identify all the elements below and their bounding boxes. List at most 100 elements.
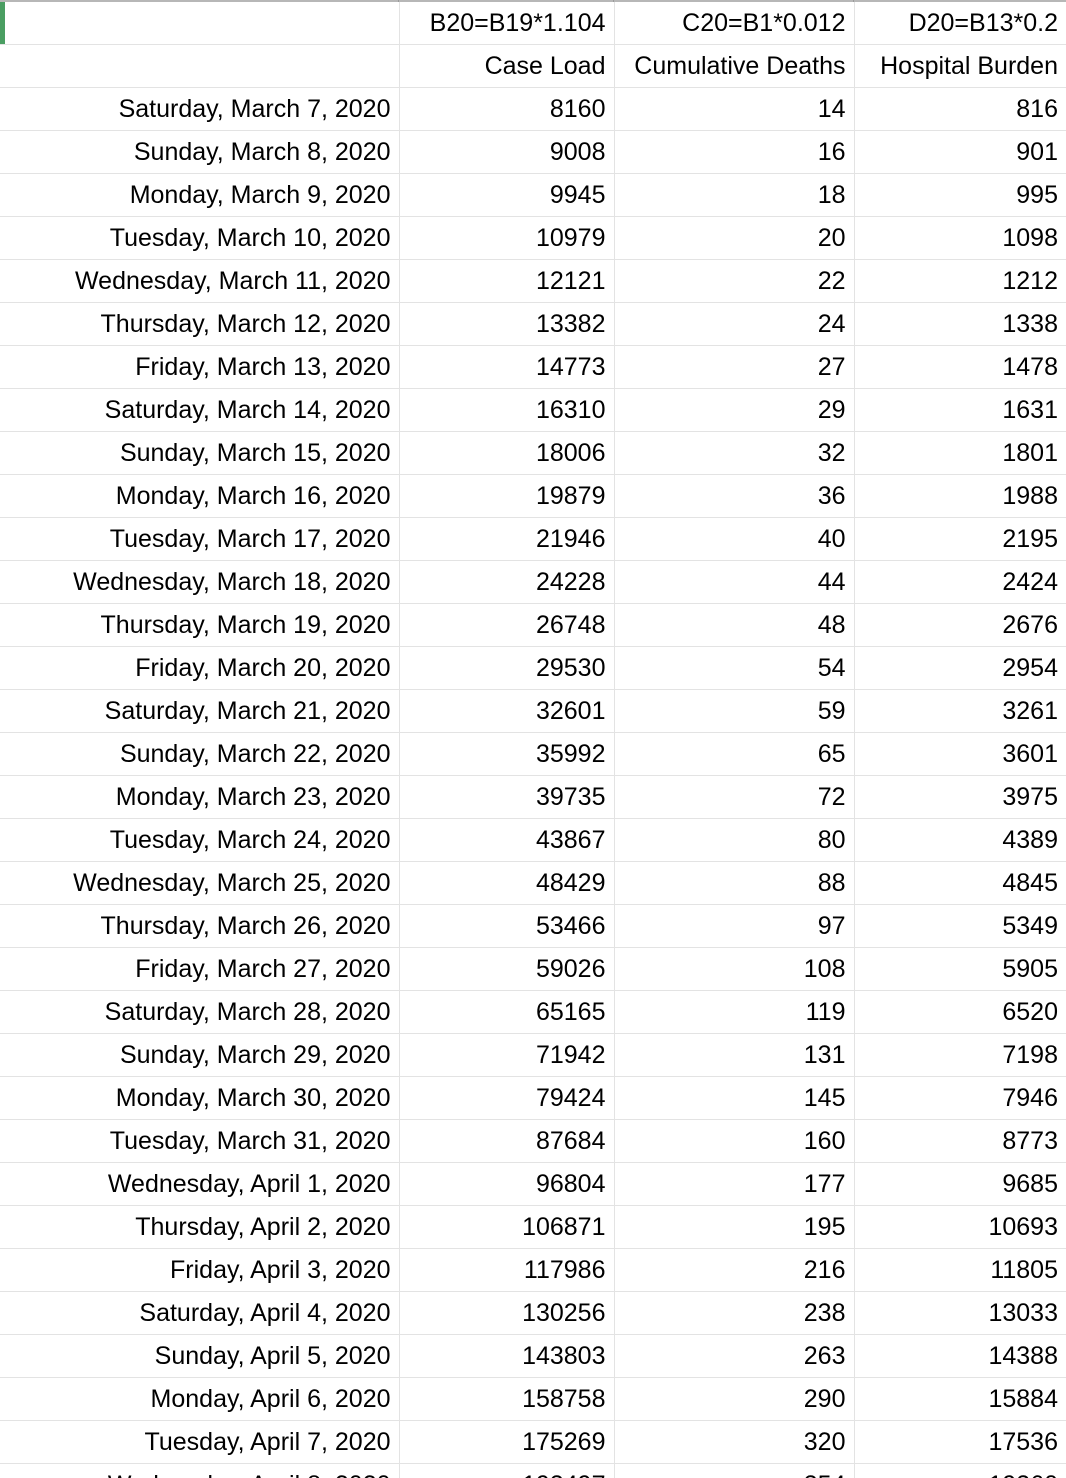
cell-date[interactable]: Monday, April 6, 2020 — [0, 1377, 400, 1421]
cell-cumulative-deaths[interactable]: 54 — [614, 646, 855, 690]
formula-cell-cumulative-deaths[interactable]: C20=B1*0.012 — [614, 2, 855, 45]
cell-case-load[interactable]: 106871 — [399, 1205, 615, 1249]
cell-cumulative-deaths[interactable]: 44 — [614, 560, 855, 604]
cell-case-load[interactable]: 35992 — [399, 732, 615, 776]
cell-case-load[interactable]: 29530 — [399, 646, 615, 690]
cell-hospital-burden[interactable]: 3601 — [854, 732, 1066, 776]
cell-hospital-burden[interactable]: 17536 — [854, 1420, 1066, 1464]
cell-cumulative-deaths[interactable]: 263 — [614, 1334, 855, 1378]
formula-cell-hospital-burden[interactable]: D20=B13*0.2 — [854, 2, 1066, 45]
cell-cumulative-deaths[interactable]: 238 — [614, 1291, 855, 1335]
cell-case-load[interactable]: 39735 — [399, 775, 615, 819]
cell-cumulative-deaths[interactable]: 145 — [614, 1076, 855, 1120]
cell-hospital-burden[interactable]: 8773 — [854, 1119, 1066, 1163]
cell-hospital-burden[interactable]: 6520 — [854, 990, 1066, 1034]
column-header-case-load[interactable]: Case Load — [399, 44, 615, 88]
cell-hospital-burden[interactable]: 13033 — [854, 1291, 1066, 1335]
cell-hospital-burden[interactable]: 7198 — [854, 1033, 1066, 1077]
cell-case-load[interactable]: 24228 — [399, 560, 615, 604]
cell-cumulative-deaths[interactable]: 22 — [614, 259, 855, 303]
cell-date[interactable]: Saturday, April 4, 2020 — [0, 1291, 400, 1335]
cell-date[interactable]: Monday, March 30, 2020 — [0, 1076, 400, 1120]
cell-cumulative-deaths[interactable]: 80 — [614, 818, 855, 862]
cell-date[interactable]: Wednesday, March 25, 2020 — [0, 861, 400, 905]
cell-hospital-burden[interactable]: 2195 — [854, 517, 1066, 561]
cell-case-load[interactable]: 130256 — [399, 1291, 615, 1335]
cell-date[interactable]: Sunday, March 29, 2020 — [0, 1033, 400, 1077]
cell-hospital-burden[interactable]: 1338 — [854, 302, 1066, 346]
cell-case-load[interactable]: 43867 — [399, 818, 615, 862]
column-header-cumulative-deaths[interactable]: Cumulative Deaths — [614, 44, 855, 88]
cell-cumulative-deaths[interactable]: 290 — [614, 1377, 855, 1421]
cell-hospital-burden[interactable]: 2424 — [854, 560, 1066, 604]
cell-hospital-burden[interactable]: 1801 — [854, 431, 1066, 475]
cell-date[interactable]: Monday, March 23, 2020 — [0, 775, 400, 819]
cell-case-load[interactable]: 14773 — [399, 345, 615, 389]
cell-hospital-burden[interactable]: 10693 — [854, 1205, 1066, 1249]
cell-case-load[interactable]: 16310 — [399, 388, 615, 432]
cell-case-load[interactable]: 117986 — [399, 1248, 615, 1292]
cell-hospital-burden[interactable]: 11805 — [854, 1248, 1066, 1292]
cell-date[interactable]: Monday, March 9, 2020 — [0, 173, 400, 217]
cell-date[interactable]: Wednesday, April 8, 2020 — [0, 1463, 400, 1478]
cell-hospital-burden[interactable]: 5905 — [854, 947, 1066, 991]
cell-case-load[interactable]: 48429 — [399, 861, 615, 905]
cell-case-load[interactable]: 9008 — [399, 130, 615, 174]
cell-case-load[interactable]: 71942 — [399, 1033, 615, 1077]
cell-case-load[interactable]: 79424 — [399, 1076, 615, 1120]
cell-case-load[interactable]: 87684 — [399, 1119, 615, 1163]
cell-cumulative-deaths[interactable]: 18 — [614, 173, 855, 217]
cell-hospital-burden[interactable]: 3261 — [854, 689, 1066, 733]
cell-hospital-burden[interactable]: 1098 — [854, 216, 1066, 260]
cell-cumulative-deaths[interactable]: 16 — [614, 130, 855, 174]
cell-case-load[interactable]: 193497 — [399, 1463, 615, 1478]
formula-cell-date[interactable] — [0, 2, 400, 45]
cell-case-load[interactable]: 18006 — [399, 431, 615, 475]
column-header-date[interactable] — [0, 44, 400, 88]
cell-hospital-burden[interactable]: 995 — [854, 173, 1066, 217]
cell-date[interactable]: Friday, March 13, 2020 — [0, 345, 400, 389]
cell-date[interactable]: Thursday, March 19, 2020 — [0, 603, 400, 647]
cell-cumulative-deaths[interactable]: 32 — [614, 431, 855, 475]
cell-date[interactable]: Saturday, March 14, 2020 — [0, 388, 400, 432]
cell-hospital-burden[interactable]: 4845 — [854, 861, 1066, 905]
cell-cumulative-deaths[interactable]: 48 — [614, 603, 855, 647]
cell-date[interactable]: Friday, March 20, 2020 — [0, 646, 400, 690]
cell-cumulative-deaths[interactable]: 40 — [614, 517, 855, 561]
cell-cumulative-deaths[interactable]: 14 — [614, 87, 855, 131]
cell-hospital-burden[interactable]: 1631 — [854, 388, 1066, 432]
cell-hospital-burden[interactable]: 2954 — [854, 646, 1066, 690]
cell-date[interactable]: Tuesday, March 17, 2020 — [0, 517, 400, 561]
cell-cumulative-deaths[interactable]: 65 — [614, 732, 855, 776]
column-header-hospital-burden[interactable]: Hospital Burden — [854, 44, 1066, 88]
cell-date[interactable]: Thursday, March 26, 2020 — [0, 904, 400, 948]
cell-cumulative-deaths[interactable]: 160 — [614, 1119, 855, 1163]
cell-cumulative-deaths[interactable]: 88 — [614, 861, 855, 905]
cell-hospital-burden[interactable]: 2676 — [854, 603, 1066, 647]
cell-date[interactable]: Sunday, April 5, 2020 — [0, 1334, 400, 1378]
cell-date[interactable]: Friday, March 27, 2020 — [0, 947, 400, 991]
cell-date[interactable]: Saturday, March 28, 2020 — [0, 990, 400, 1034]
cell-cumulative-deaths[interactable]: 20 — [614, 216, 855, 260]
cell-case-load[interactable]: 32601 — [399, 689, 615, 733]
cell-case-load[interactable]: 21946 — [399, 517, 615, 561]
cell-hospital-burden[interactable]: 1478 — [854, 345, 1066, 389]
cell-date[interactable]: Tuesday, March 10, 2020 — [0, 216, 400, 260]
cell-cumulative-deaths[interactable]: 97 — [614, 904, 855, 948]
cell-cumulative-deaths[interactable]: 36 — [614, 474, 855, 518]
cell-cumulative-deaths[interactable]: 59 — [614, 689, 855, 733]
cell-hospital-burden[interactable]: 1212 — [854, 259, 1066, 303]
cell-cumulative-deaths[interactable]: 195 — [614, 1205, 855, 1249]
cell-cumulative-deaths[interactable]: 177 — [614, 1162, 855, 1206]
cell-case-load[interactable]: 13382 — [399, 302, 615, 346]
cell-hospital-burden[interactable]: 19360 — [854, 1463, 1066, 1478]
cell-hospital-burden[interactable]: 5349 — [854, 904, 1066, 948]
cell-cumulative-deaths[interactable]: 24 — [614, 302, 855, 346]
cell-date[interactable]: Tuesday, March 24, 2020 — [0, 818, 400, 862]
cell-cumulative-deaths[interactable]: 119 — [614, 990, 855, 1034]
cell-hospital-burden[interactable]: 14388 — [854, 1334, 1066, 1378]
cell-hospital-burden[interactable]: 9685 — [854, 1162, 1066, 1206]
cell-case-load[interactable]: 10979 — [399, 216, 615, 260]
cell-date[interactable]: Tuesday, March 31, 2020 — [0, 1119, 400, 1163]
cell-date[interactable]: Saturday, March 21, 2020 — [0, 689, 400, 733]
